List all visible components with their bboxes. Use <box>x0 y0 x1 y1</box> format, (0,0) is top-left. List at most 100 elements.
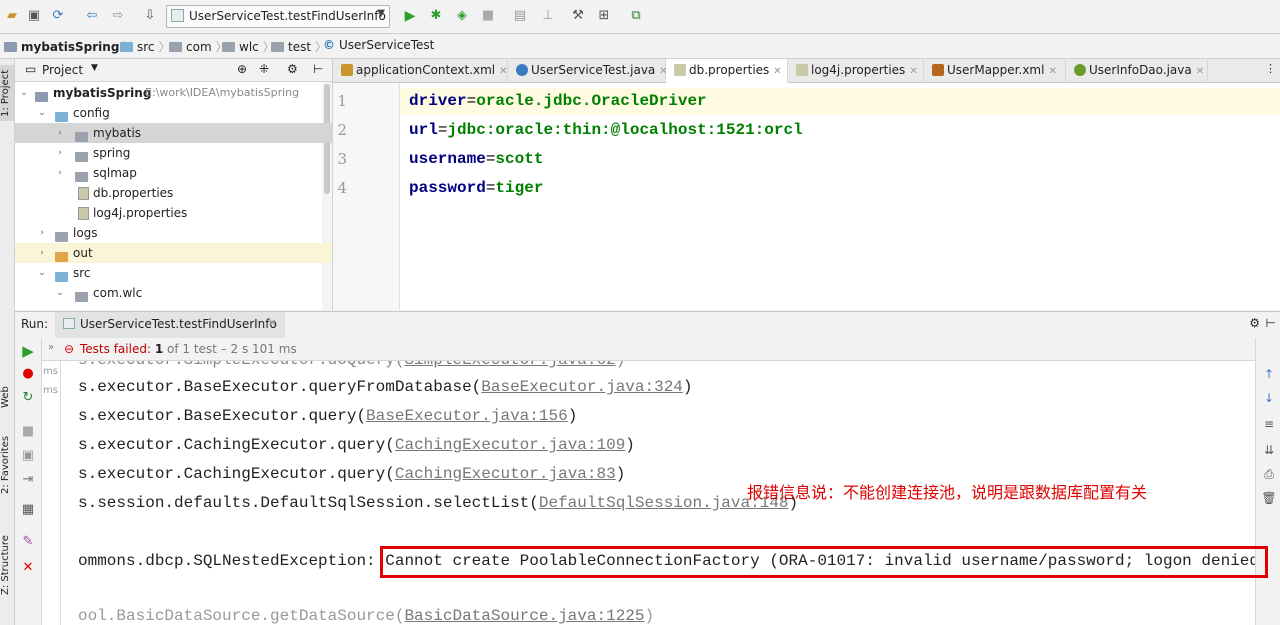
test-config-icon <box>63 318 75 329</box>
stack-trace-link[interactable]: BaseExecutor.java:156 <box>366 407 568 425</box>
module-icon <box>4 41 17 52</box>
tasks-icon[interactable]: ⊥ <box>540 8 556 24</box>
hide-panel-icon[interactable]: ⊢ <box>1266 316 1276 330</box>
debug-icon[interactable]: ✱ <box>428 8 444 24</box>
vcs-icon[interactable]: ▤ <box>512 8 528 24</box>
breadcrumb-item[interactable]: com〉 <box>169 38 228 55</box>
tree-item-folder[interactable]: › logs <box>15 223 332 243</box>
tab-userservicetest-java[interactable]: UserServiceTest.java ✕ <box>508 59 668 81</box>
open-folder-icon[interactable]: ▰ <box>4 8 20 24</box>
close-icon[interactable]: ✕ <box>773 66 781 77</box>
tab-usermapper-xml[interactable]: UserMapper.xml ✕ <box>924 59 1066 81</box>
code-line: username=scott <box>409 150 544 168</box>
tree-item-folder[interactable]: › spring <box>15 143 332 163</box>
stop-icon[interactable]: ■ <box>480 8 496 24</box>
tab-log4j-properties[interactable]: log4j.properties ✕ <box>788 59 924 81</box>
gear-icon[interactable]: ⚙ <box>287 62 298 76</box>
error-icon: ⊖ <box>64 342 75 356</box>
back-icon[interactable]: ⇦ <box>84 8 100 24</box>
tree-item-module[interactable]: ⌄ mybatisSpring E:\work\IDEA\mybatisSpri… <box>15 83 332 103</box>
run-configuration-label: UserServiceTest.testFindUserInfo <box>189 9 386 23</box>
hide-panel-icon[interactable]: ⊢ <box>313 62 323 76</box>
chevron-right-icon[interactable]: › <box>37 223 47 243</box>
close-icon[interactable]: ✕ <box>1196 66 1204 77</box>
interface-icon <box>1074 64 1086 76</box>
run-configuration-select[interactable]: UserServiceTest.testFindUserInfo ▼ <box>166 5 390 28</box>
exit-icon[interactable]: ⇥ <box>20 472 36 488</box>
project-view-title[interactable]: Project <box>42 63 83 77</box>
layout-icon[interactable]: ▦ <box>20 502 36 518</box>
scroll-to-end-icon[interactable]: ⇊ <box>1261 442 1277 458</box>
chevron-right-icon[interactable]: › <box>55 143 65 163</box>
print-icon[interactable]: ⎙ <box>1261 466 1277 482</box>
build-icon[interactable]: ⇩ <box>142 8 158 24</box>
run-tab[interactable]: UserServiceTest.testFindUserInfo ✕ <box>55 312 285 338</box>
stack-trace-link[interactable]: CachingExecutor.java:83 <box>395 465 616 483</box>
toggle-auto-test-icon[interactable]: ↻ <box>20 390 36 406</box>
chevron-down-icon[interactable]: ⌄ <box>37 103 47 123</box>
chevron-right-icon[interactable]: › <box>37 243 47 263</box>
run-icon[interactable]: ▶ <box>402 8 418 24</box>
tree-item-folder[interactable]: › out <box>15 243 332 263</box>
settings-wrench-icon[interactable]: ⚒ <box>570 8 586 24</box>
tree-item-file[interactable]: db.properties <box>15 183 332 203</box>
collapse-all-icon[interactable]: ⁜ <box>259 62 269 76</box>
coverage-icon[interactable]: ◈ <box>454 8 470 24</box>
tree-item-folder-selected[interactable]: › mybatis <box>15 123 332 143</box>
tree-item-file[interactable]: log4j.properties <box>15 203 332 223</box>
breadcrumb-item[interactable]: wlc 〉 <box>222 38 275 55</box>
breadcrumb-item[interactable]: test 〉 <box>271 38 327 55</box>
tab-list-icon[interactable]: ⋮ <box>1265 62 1276 75</box>
tab-applicationcontext-xml[interactable]: applicationContext.xml ✕ <box>333 59 508 81</box>
run-label: Run: <box>21 317 49 331</box>
tab-db-properties[interactable]: db.properties ✕ <box>666 59 788 83</box>
tab-favorites[interactable]: 2: Favorites <box>0 431 14 499</box>
breadcrumb-item[interactable]: src 〉 <box>120 38 171 55</box>
sdk-icon[interactable]: ⧉ <box>628 8 644 24</box>
tree-item-folder[interactable]: ⌄ src <box>15 263 332 283</box>
chevron-down-icon[interactable]: ▼ <box>91 63 98 73</box>
tab-userinfodao-java[interactable]: UserInfoDao.java ✕ <box>1066 59 1208 81</box>
tree-item-package[interactable]: ⌄ com.wlc <box>15 283 332 303</box>
delete-icon[interactable]: 🗑 <box>1261 490 1277 506</box>
close-icon[interactable]: ✕ <box>268 318 276 329</box>
stack-trace-link[interactable]: BaseExecutor.java:324 <box>481 378 683 396</box>
close-icon[interactable]: ✕ <box>20 560 36 576</box>
chevron-right-icon[interactable]: › <box>55 123 65 143</box>
error-highlight-box <box>380 546 1268 578</box>
code-editor[interactable]: driver=oracle.jdbc.OracleDriver url=jdbc… <box>400 83 1280 310</box>
scroll-from-source-icon[interactable]: ⊕ <box>237 62 247 76</box>
gear-icon[interactable]: ⚙ <box>1249 316 1260 330</box>
console-line: s.executor.BaseExecutor.query(BaseExecut… <box>78 407 578 425</box>
arrow-down-icon[interactable]: ↓ <box>1261 390 1277 406</box>
arrow-up-icon[interactable]: ↑ <box>1261 366 1277 382</box>
tab-structure[interactable]: Z: Structure <box>0 529 14 601</box>
rerun-failed-icon[interactable]: ● <box>20 366 36 382</box>
rerun-icon[interactable]: ▶ <box>20 343 36 359</box>
chevron-down-icon[interactable]: ⌄ <box>19 83 29 103</box>
forward-icon[interactable]: ⇨ <box>110 8 126 24</box>
pin-icon[interactable]: ✎ <box>20 534 36 550</box>
chevron-right-icon[interactable]: › <box>55 163 65 183</box>
list-item[interactable]: ms <box>43 366 58 377</box>
screenshot-icon[interactable]: ▣ <box>20 448 36 464</box>
project-structure-icon[interactable]: ⊞ <box>596 8 612 24</box>
tab-web[interactable]: Web <box>0 377 14 417</box>
soft-wrap-icon[interactable]: ≡ <box>1261 416 1277 432</box>
save-icon[interactable]: ▣ <box>26 8 42 24</box>
chevron-down-icon[interactable]: ⌄ <box>37 263 47 283</box>
close-icon[interactable]: ✕ <box>1048 66 1056 77</box>
breadcrumb-item[interactable]: mybatisSpring〉 <box>4 38 135 55</box>
close-icon[interactable]: ✕ <box>499 66 507 77</box>
close-icon[interactable]: ✕ <box>909 66 917 77</box>
expand-icon[interactable]: » <box>48 342 54 353</box>
sync-icon[interactable]: ⟳ <box>50 8 66 24</box>
chevron-down-icon[interactable]: ⌄ <box>55 283 65 303</box>
stack-trace-link[interactable]: CachingExecutor.java:109 <box>395 436 625 454</box>
stop-icon[interactable]: ■ <box>20 424 36 440</box>
breadcrumb-item[interactable]: © UserServiceTest <box>323 38 434 52</box>
tree-item-folder[interactable]: › sqlmap <box>15 163 332 183</box>
list-item[interactable]: ms <box>43 385 58 396</box>
tree-item-folder[interactable]: ⌄ config <box>15 103 332 123</box>
tab-project[interactable]: 1: Project <box>0 65 14 121</box>
